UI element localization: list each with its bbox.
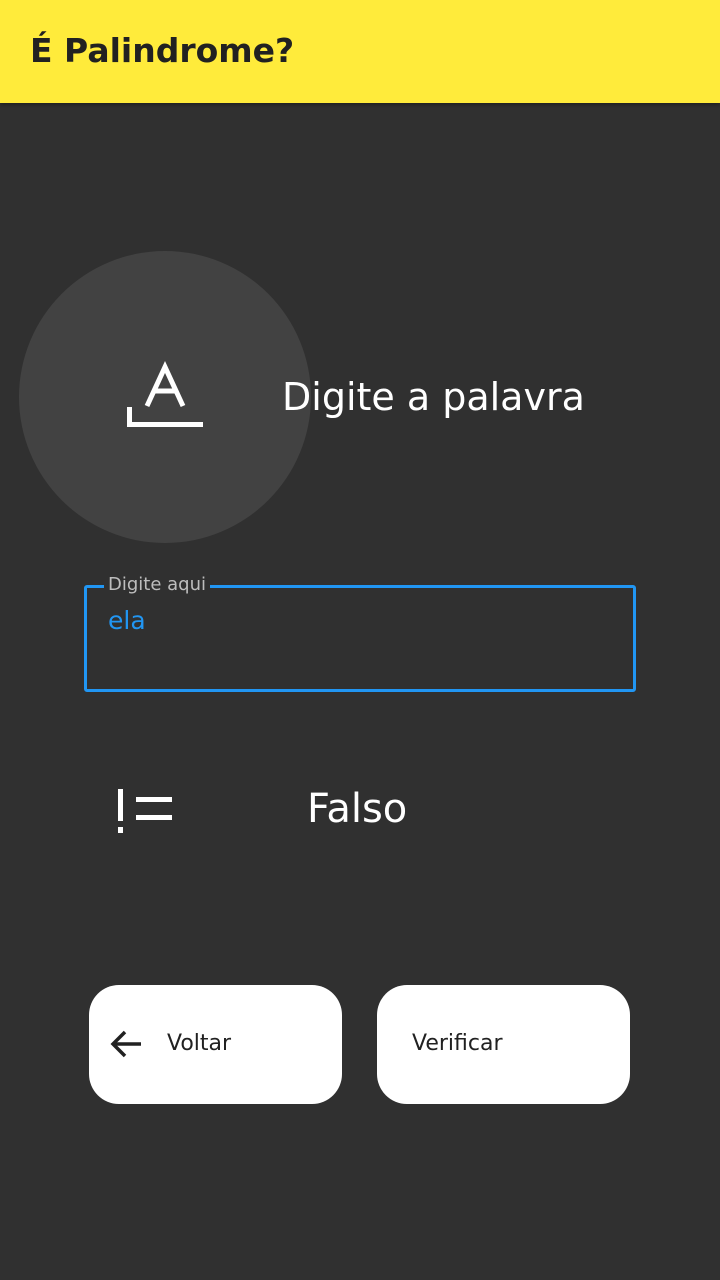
- back-button[interactable]: Voltar: [89, 985, 342, 1104]
- app-bar: É Palindrome?: [0, 0, 720, 103]
- verify-button[interactable]: Verificar: [377, 985, 630, 1104]
- word-input-field[interactable]: [84, 585, 636, 692]
- word-input-label: Digite aqui: [104, 573, 211, 597]
- arrow-back-icon: [110, 1030, 141, 1058]
- result-text: Falso: [307, 786, 408, 832]
- not-equal-icon: [118, 789, 172, 833]
- word-input[interactable]: ela: [108, 604, 608, 638]
- prompt-label: Digite a palavra: [282, 375, 585, 419]
- app-title: É Palindrome?: [30, 31, 295, 70]
- back-button-label: Voltar: [167, 1031, 232, 1056]
- verify-button-label: Verificar: [412, 1031, 503, 1056]
- text-format-icon: [127, 361, 203, 427]
